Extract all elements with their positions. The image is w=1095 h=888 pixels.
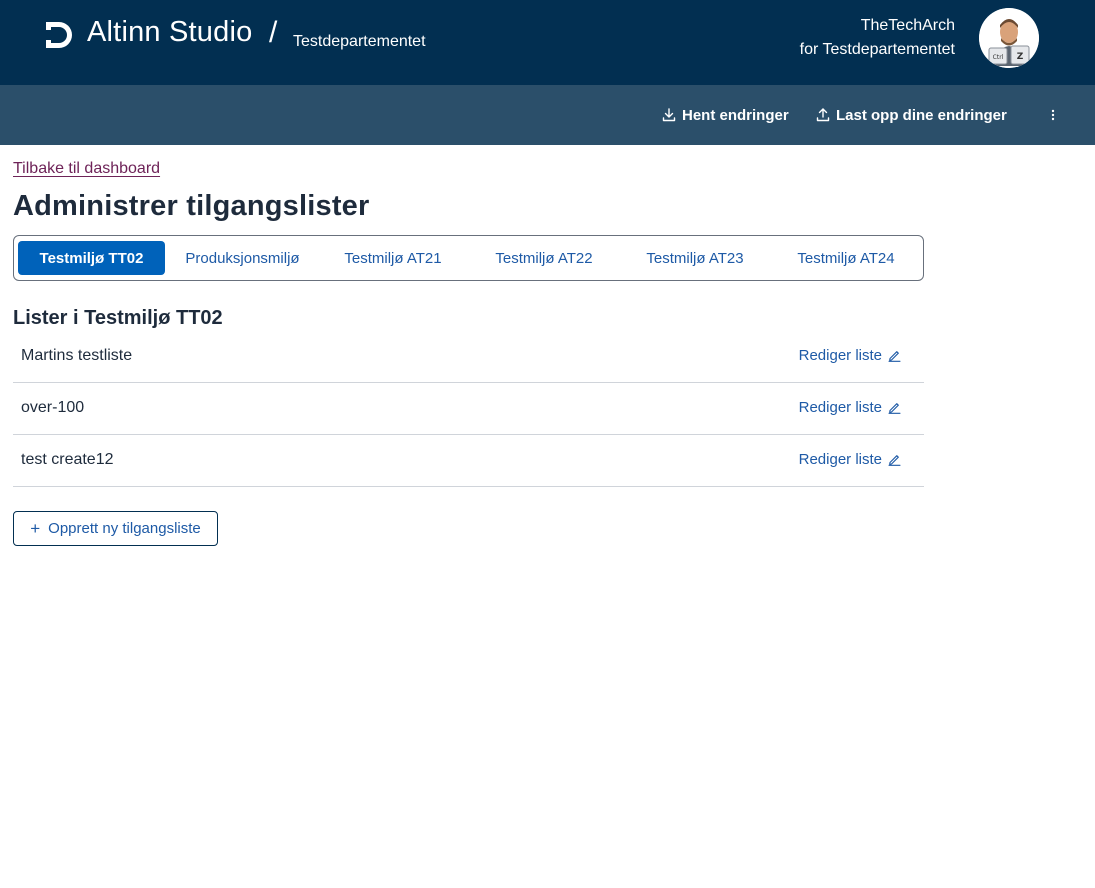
section-title: Lister i Testmiljø TT02 [13, 307, 223, 329]
environment-tabs: Testmiljø TT02 Produksjonsmiljø Testmilj… [13, 235, 924, 281]
fetch-changes-label: Hent endringer [682, 106, 789, 124]
tab-produksjonsmiljo[interactable]: Produksjonsmiljø [174, 241, 311, 275]
fetch-changes-button[interactable]: Hent endringer [662, 85, 789, 145]
svg-text:Z: Z [1017, 52, 1024, 62]
list-item: Martins testliste Rediger liste [13, 331, 924, 383]
breadcrumb-separator: / [269, 16, 278, 49]
edit-list-button[interactable]: Rediger liste [799, 399, 901, 416]
top-header: Altinn Studio / Testdepartementet TheTec… [0, 0, 1095, 85]
pencil-icon [888, 403, 901, 414]
plus-icon: + [30, 519, 41, 538]
org-name: Testdepartementet [293, 33, 426, 50]
user-info: TheTechArch for Testdepartementet [800, 14, 955, 62]
list-item: over-100 Rediger liste [13, 383, 924, 435]
page-title: Administrer tilgangslister [13, 190, 370, 222]
create-access-list-label: Opprett ny tilgangsliste [48, 520, 201, 537]
list-item-name: over-100 [21, 399, 85, 416]
svg-text:Ctrl: Ctrl [993, 54, 1004, 61]
user-org: for Testdepartementet [799, 41, 955, 58]
pencil-icon [888, 351, 901, 362]
list-item-name: test create12 [21, 451, 114, 468]
edit-list-button[interactable]: Rediger liste [799, 451, 901, 468]
user-name: TheTechArch [860, 17, 955, 34]
edit-list-label: Rediger liste [798, 347, 882, 364]
altinn-logo-icon[interactable] [44, 20, 74, 50]
kebab-menu-icon[interactable] [1046, 85, 1060, 145]
upload-changes-label: Last opp dine endringer [836, 106, 1007, 124]
pencil-icon [888, 455, 901, 466]
tab-testmiljo-tt02[interactable]: Testmiljø TT02 [18, 241, 165, 275]
app-name[interactable]: Altinn Studio [87, 16, 252, 49]
upload-changes-button[interactable]: Last opp dine endringer [816, 85, 1007, 145]
edit-list-button[interactable]: Rediger liste [799, 347, 901, 364]
tab-testmiljo-at23[interactable]: Testmiljø AT23 [628, 241, 762, 275]
create-access-list-button[interactable]: + Opprett ny tilgangsliste [13, 511, 218, 546]
edit-list-label: Rediger liste [798, 451, 882, 468]
edit-list-label: Rediger liste [798, 399, 882, 416]
sub-header: Hent endringer Last opp dine endringer [0, 85, 1095, 145]
download-icon [662, 108, 676, 122]
list-item-name: Martins testliste [21, 347, 133, 364]
tab-testmiljo-at24[interactable]: Testmiljø AT24 [779, 241, 913, 275]
tab-testmiljo-at21[interactable]: Testmiljø AT21 [326, 241, 460, 275]
tab-testmiljo-at22[interactable]: Testmiljø AT22 [477, 241, 611, 275]
user-avatar-icon[interactable]: Ctrl Z [979, 8, 1039, 68]
back-to-dashboard-link[interactable]: Tilbake til dashboard [13, 160, 160, 178]
upload-icon [816, 108, 830, 122]
access-list-table: Martins testliste Rediger liste over-100… [13, 331, 924, 487]
list-item: test create12 Rediger liste [13, 435, 924, 487]
